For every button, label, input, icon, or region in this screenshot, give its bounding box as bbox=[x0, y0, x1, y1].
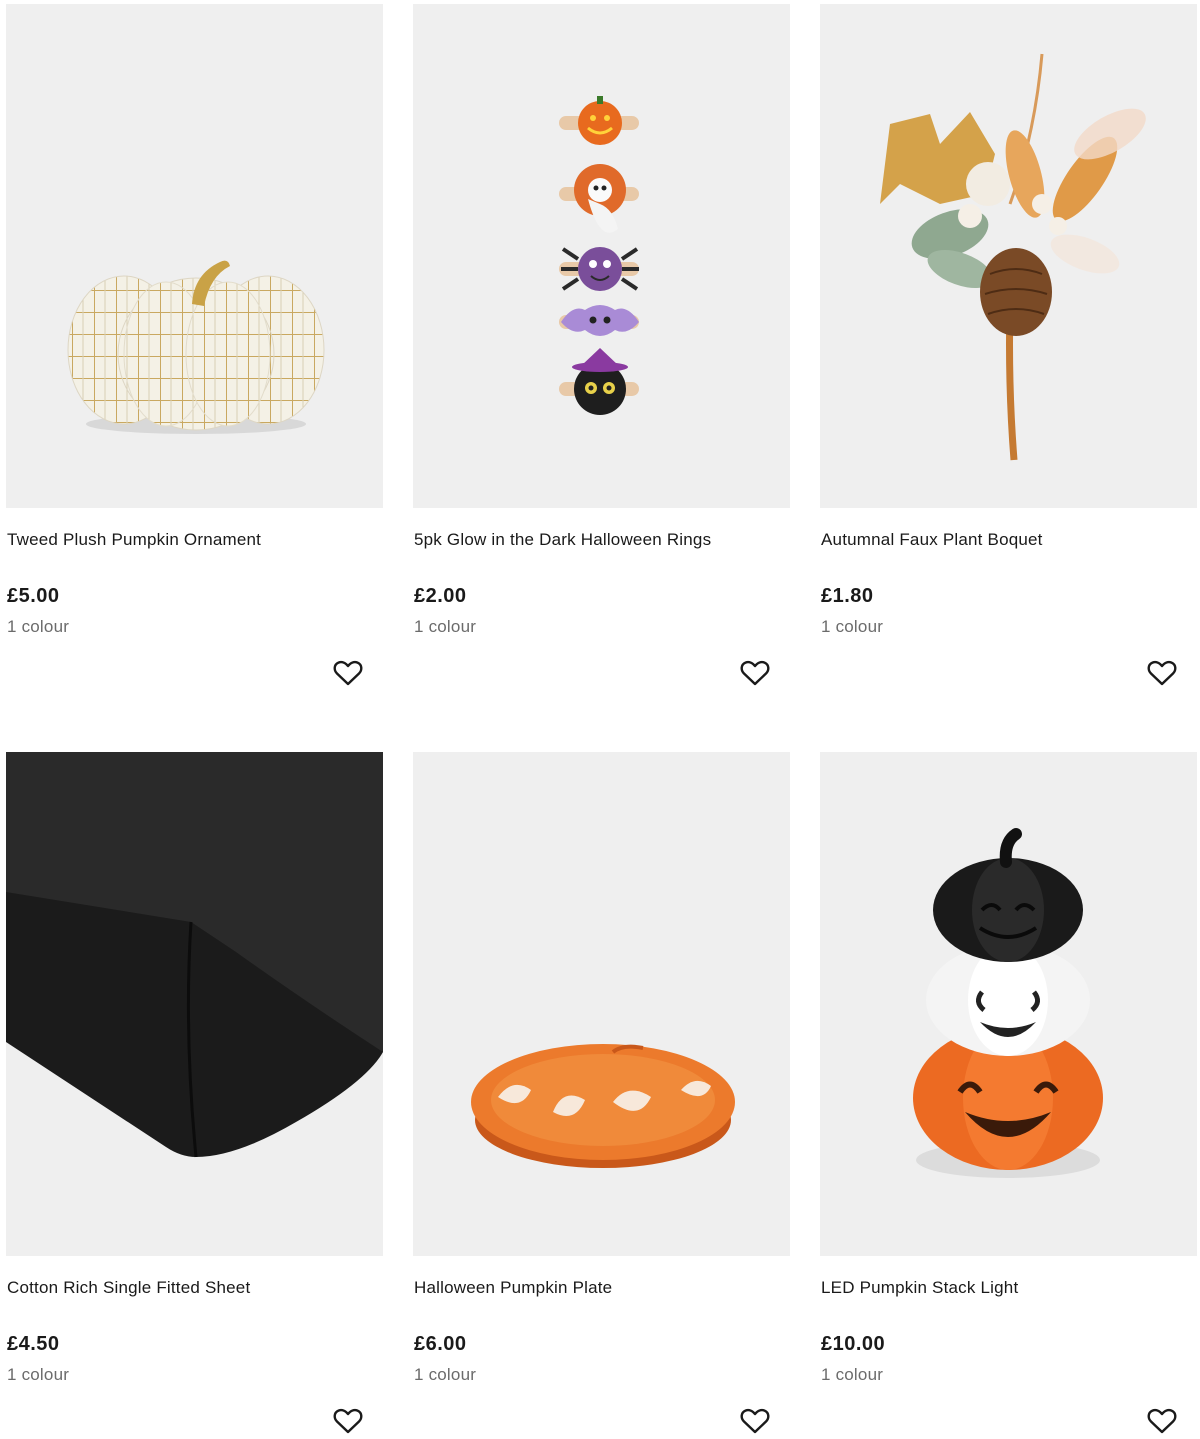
product-card[interactable]: Autumnal Faux Plant Boquet £1.80 1 colou… bbox=[820, 4, 1197, 728]
product-price: £10.00 bbox=[821, 1333, 886, 1355]
product-colour-count: 1 colour bbox=[7, 1365, 70, 1384]
product-image-pumpkin-plate[interactable] bbox=[413, 752, 790, 1256]
product-title[interactable]: Tweed Plush Pumpkin Ornament bbox=[7, 530, 261, 550]
product-price: £6.00 bbox=[414, 1333, 467, 1355]
wishlist-heart-icon[interactable] bbox=[1146, 1405, 1178, 1437]
product-price: £1.80 bbox=[821, 585, 874, 607]
wishlist-heart-icon[interactable] bbox=[739, 657, 771, 689]
product-title[interactable]: Halloween Pumpkin Plate bbox=[414, 1278, 612, 1298]
wishlist-heart-icon[interactable] bbox=[739, 1405, 771, 1437]
product-colour-count: 1 colour bbox=[414, 617, 477, 636]
product-colour-count: 1 colour bbox=[7, 617, 70, 636]
product-image-pumpkin-stack[interactable] bbox=[820, 752, 1197, 1256]
product-colour-count: 1 colour bbox=[414, 1365, 477, 1384]
product-image-halloween-rings[interactable] bbox=[413, 4, 790, 508]
product-card[interactable]: Cotton Rich Single Fitted Sheet £4.50 1 … bbox=[6, 752, 383, 1439]
product-image-fitted-sheet[interactable] bbox=[6, 752, 383, 1256]
pumpkin-plate-image bbox=[471, 1044, 735, 1168]
autumnal-plant-image bbox=[880, 53, 1146, 461]
product-card[interactable]: 5pk Glow in the Dark Halloween Rings £2.… bbox=[413, 4, 790, 728]
product-colour-count: 1 colour bbox=[821, 1365, 884, 1384]
product-title[interactable]: Autumnal Faux Plant Boquet bbox=[821, 530, 1043, 550]
pumpkin-stack-image bbox=[913, 828, 1103, 1178]
tweed-pumpkin-image bbox=[67, 260, 325, 434]
product-price: £2.00 bbox=[414, 585, 467, 607]
product-card[interactable]: LED Pumpkin Stack Light £10.00 1 colour bbox=[820, 752, 1197, 1439]
product-price: £5.00 bbox=[7, 585, 60, 607]
product-title[interactable]: Cotton Rich Single Fitted Sheet bbox=[7, 1278, 250, 1298]
product-image-tweed-pumpkin[interactable] bbox=[6, 4, 383, 508]
fitted-sheet-image bbox=[6, 752, 383, 1158]
halloween-rings-image bbox=[559, 96, 639, 415]
product-card[interactable]: Tweed Plush Pumpkin Ornament £5.00 1 col… bbox=[6, 4, 383, 728]
product-colour-count: 1 colour bbox=[821, 617, 884, 636]
product-title[interactable]: LED Pumpkin Stack Light bbox=[821, 1278, 1018, 1298]
product-card[interactable]: Halloween Pumpkin Plate £6.00 1 colour bbox=[413, 752, 790, 1439]
wishlist-heart-icon[interactable] bbox=[1146, 657, 1178, 689]
product-price: £4.50 bbox=[7, 1333, 60, 1355]
product-title[interactable]: 5pk Glow in the Dark Halloween Rings bbox=[414, 530, 711, 550]
product-image-autumnal-plant[interactable] bbox=[820, 4, 1197, 508]
wishlist-heart-icon[interactable] bbox=[332, 1405, 364, 1437]
wishlist-heart-icon[interactable] bbox=[332, 657, 364, 689]
